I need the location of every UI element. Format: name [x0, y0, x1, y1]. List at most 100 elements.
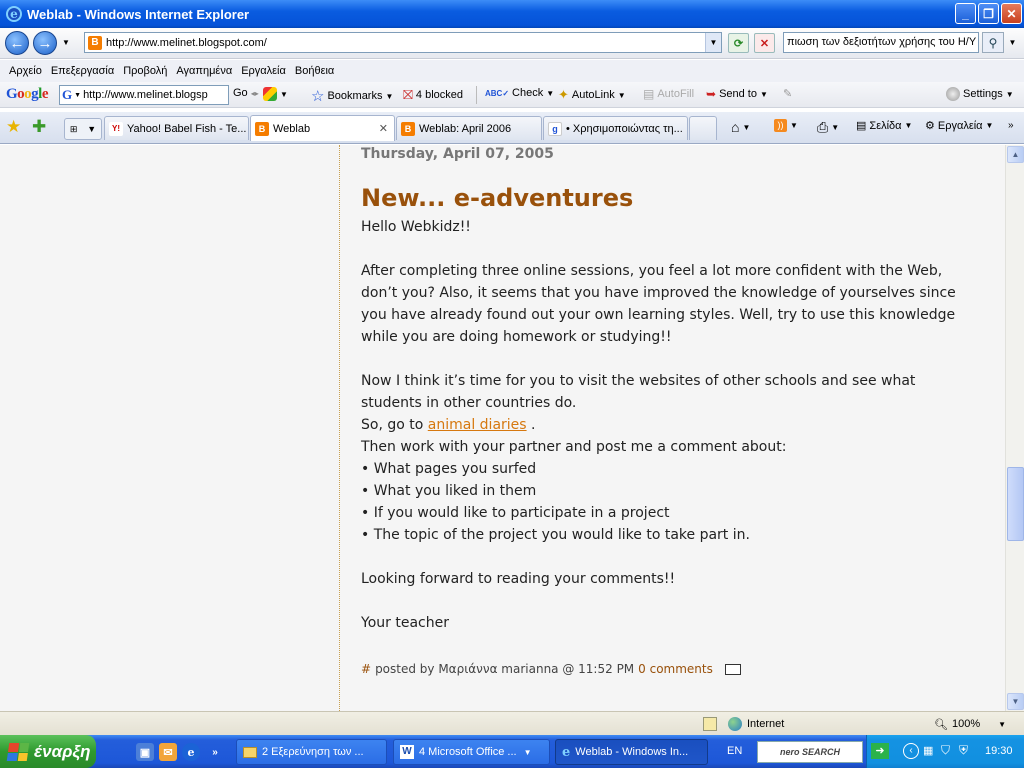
taskbar-explorer-button[interactable]: 2 Εξερεύνηση των ...	[236, 739, 387, 765]
language-indicator[interactable]: EN	[727, 745, 742, 757]
close-button[interactable]: ✕	[1001, 3, 1022, 24]
quicklaunch-more-icon[interactable]: »	[206, 743, 224, 761]
address-toolbar: ← → ▼ B http://www.melinet.blogspot.com/…	[0, 28, 1024, 59]
menu-help[interactable]: Βοήθεια	[294, 65, 342, 77]
show-desktop-icon[interactable]: ▣	[136, 743, 154, 761]
globe-icon	[728, 717, 742, 731]
chevron-down-icon: ▼	[546, 88, 555, 98]
google-icon: g	[548, 121, 562, 136]
page-menu-button[interactable]: ▤ Σελίδα ▼	[856, 119, 912, 133]
ie-quicklaunch-icon[interactable]: e	[182, 743, 200, 761]
more-chevron-icon[interactable]: »	[1008, 120, 1014, 131]
page-label: Σελίδα	[869, 119, 902, 132]
shield-icon[interactable]: ⛨	[959, 743, 968, 758]
menu-view[interactable]: Προβολή	[122, 65, 175, 77]
bookmarks-button[interactable]: ☆ Bookmarks ▼	[311, 87, 393, 105]
post-paragraph-1: After completing three online sessions, …	[361, 263, 956, 345]
scroll-down-icon[interactable]: ▼	[1007, 693, 1024, 710]
spellcheck-button[interactable]: ABC✓ Check ▼	[485, 87, 554, 99]
minimize-button[interactable]: _	[955, 3, 976, 24]
wand-icon: ✦	[558, 87, 569, 102]
email-post-icon[interactable]	[724, 663, 741, 675]
google-search-input[interactable]: G ▼ http://www.melinet.blogsp	[59, 85, 229, 105]
security-icon[interactable]: ⛉	[941, 743, 950, 758]
system-tray: ➜ ‹ ▦ ⛉ ⛨ 19:30	[866, 735, 1024, 768]
menu-favorites[interactable]: Αγαπημένα	[175, 65, 240, 77]
post-body: Hello Webkidz!! After completing three o…	[361, 216, 961, 634]
taskbar-office-button[interactable]: W 4 Microsoft Office ... ▼	[393, 739, 550, 765]
address-dropdown-icon[interactable]: ▼	[705, 33, 721, 52]
page-content: Thursday, April 07, 2005 New... e-advent…	[0, 145, 1005, 711]
tab-bar: ★ ✚ ⊞ ▼ Y! Yahoo! Babel Fish - Te... B We…	[0, 112, 1024, 144]
blogger-icon: B	[255, 121, 269, 136]
zoom-button[interactable]: 🔍︎ 100% ▼	[934, 715, 1006, 733]
home-button[interactable]: ⌂ ▼	[731, 119, 750, 135]
go-arrow-icon[interactable]: ➜	[871, 743, 889, 759]
scroll-thumb[interactable]	[1007, 467, 1024, 541]
forward-button[interactable]: →	[33, 31, 57, 55]
nero-search-box[interactable]: nero SEARCH	[757, 741, 863, 763]
settings-button[interactable]: Settings ▼	[946, 87, 1014, 101]
quick-tabs-button[interactable]: ⊞ ▼	[64, 118, 102, 140]
tab-weblab-april-2006[interactable]: B Weblab: April 2006	[396, 116, 542, 140]
network-icon[interactable]: ▦	[923, 744, 933, 757]
address-input[interactable]: B http://www.melinet.blogspot.com/ ▼	[84, 32, 722, 53]
google-options-button[interactable]: ▼	[263, 87, 288, 101]
outlook-icon[interactable]: ✉	[159, 743, 177, 761]
post-greeting: Hello Webkidz!!	[361, 219, 471, 235]
back-button[interactable]: ←	[5, 31, 29, 55]
menu-bar: Αρχείο Επεξεργασία Προβολή Αγαπημένα Εργ…	[0, 60, 1024, 82]
tab-label: • Χρησιμοποιώντας τη...	[566, 122, 683, 135]
sidebar-column	[0, 145, 340, 711]
posted-by: posted by Μαριάννα marianna @ 11:52 PM	[375, 662, 635, 676]
ie-icon: e	[562, 744, 571, 760]
permalink[interactable]: #	[361, 658, 371, 680]
add-favorite-icon[interactable]: ✚	[32, 117, 46, 137]
tray-expand-icon[interactable]: ‹	[903, 743, 919, 759]
blocked-icon: ⛝	[403, 87, 413, 102]
tab-weblab[interactable]: B Weblab ✕	[250, 115, 395, 141]
sendto-label: Send to	[719, 88, 757, 100]
taskbar-ie-button[interactable]: e Weblab - Windows In...	[555, 739, 708, 765]
post-goto-line: So, go to animal diaries .	[361, 414, 961, 436]
animal-diaries-link[interactable]: animal diaries	[428, 417, 527, 433]
list-item: • What you liked in them	[361, 483, 537, 499]
favorites-star-icon[interactable]: ★	[6, 117, 21, 137]
tools-menu-button[interactable]: ⚙ Εργαλεία ▼	[925, 119, 993, 133]
start-button[interactable]: έναρξη	[0, 735, 96, 768]
maximize-button[interactable]: ❐	[978, 3, 999, 24]
menu-tools[interactable]: Εργαλεία	[240, 65, 294, 77]
search-icon[interactable]: ⚲	[982, 32, 1004, 53]
chevron-down-icon: ▼	[831, 123, 840, 132]
autolink-label: AutoLink	[571, 89, 615, 101]
sendto-button[interactable]: ➥ Send to ▼	[706, 87, 768, 101]
search-options-icon[interactable]: ▼	[1005, 32, 1020, 53]
print-button[interactable]: ⎙ ▼	[817, 119, 839, 136]
tab-google-search[interactable]: g • Χρησιμοποιώντας τη...	[543, 116, 688, 140]
star-icon: ☆	[311, 88, 325, 105]
feeds-button[interactable]: )) ▼	[774, 119, 798, 132]
tab-yahoo-babelfish[interactable]: Y! Yahoo! Babel Fish - Te...	[104, 116, 249, 140]
go-label: Go	[233, 87, 248, 99]
refresh-button[interactable]: ⟳	[728, 33, 749, 53]
google-go-button[interactable]: Go ◂▸	[233, 87, 259, 99]
comments-link[interactable]: 0 comments	[638, 658, 713, 680]
history-dropdown-icon[interactable]: ▼	[62, 38, 70, 47]
autolink-button[interactable]: ✦ AutoLink ▼	[558, 87, 626, 103]
scroll-up-icon[interactable]: ▲	[1007, 146, 1024, 163]
new-tab-button[interactable]	[689, 116, 717, 140]
vertical-scrollbar[interactable]: ▲ ▼	[1005, 145, 1024, 711]
popup-blocker-button[interactable]: ⛝ 4 blocked	[403, 87, 463, 103]
gear-icon: ⚙	[925, 120, 935, 132]
menu-file[interactable]: Αρχείο	[8, 65, 50, 77]
quick-tabs-icon: ⊞	[69, 123, 78, 134]
tab-close-icon[interactable]: ✕	[379, 122, 388, 135]
tools-label: Εργαλεία	[937, 119, 983, 132]
menu-edit[interactable]: Επεξεργασία	[50, 65, 122, 77]
clock[interactable]: 19:30	[985, 745, 1013, 757]
printer-icon: ⎙	[817, 119, 829, 135]
stop-button[interactable]: ✕	[754, 33, 775, 53]
autofill-button[interactable]: ▤ AutoFill	[643, 87, 694, 101]
highlight-button[interactable]: ✎	[783, 87, 792, 100]
search-input[interactable]: πιωση των δεξιοτήτων χρήσης του Η/Υ	[783, 32, 979, 53]
